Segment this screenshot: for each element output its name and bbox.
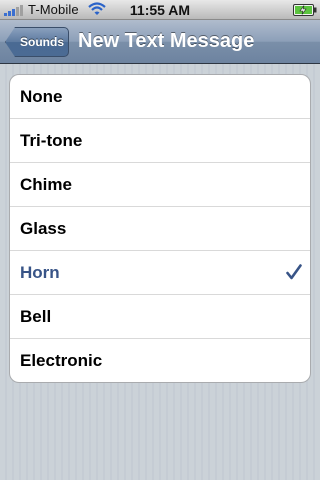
list-item-none[interactable]: None (10, 75, 310, 119)
list-item-label: Electronic (20, 351, 103, 370)
status-time: 11:55 AM (129, 2, 191, 18)
list-item-bell[interactable]: Bell (10, 295, 310, 339)
sound-list: None Tri-tone Chime Glass Horn Bell Elec… (9, 74, 311, 383)
status-bar: T-Mobile 11:55 AM (0, 0, 320, 20)
navigation-bar: Sounds New Text Message (0, 20, 320, 64)
list-item-tri-tone[interactable]: Tri-tone (10, 119, 310, 163)
checkmark-icon (286, 264, 302, 280)
list-item-label: Tri-tone (20, 131, 83, 150)
battery-charging-icon (293, 4, 317, 16)
list-item-label: Horn (20, 263, 60, 282)
list-item-label: None (20, 87, 63, 106)
list-item-label: Bell (20, 307, 52, 326)
list-item-horn[interactable]: Horn (10, 251, 310, 295)
list-item-label: Glass (20, 219, 67, 238)
page-title: New Text Message (78, 30, 255, 52)
list-item-glass[interactable]: Glass (10, 207, 310, 251)
list-item-electronic[interactable]: Electronic (10, 339, 310, 382)
list-item-label: Chime (20, 175, 72, 194)
list-item-chime[interactable]: Chime (10, 163, 310, 207)
back-button[interactable]: Sounds (5, 27, 69, 57)
